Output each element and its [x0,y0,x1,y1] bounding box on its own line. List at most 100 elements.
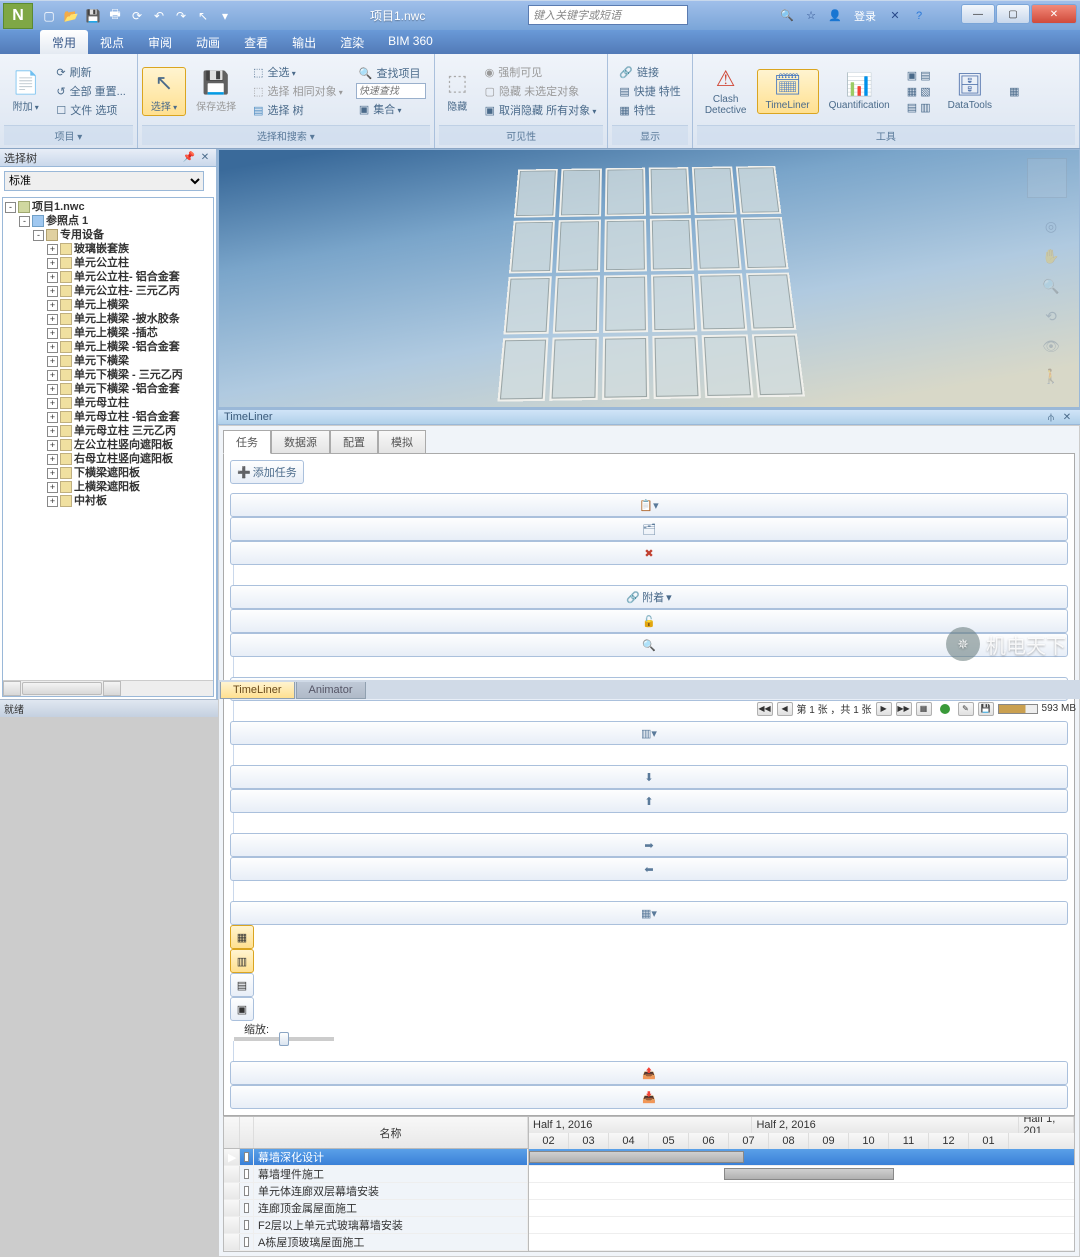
insert-task-button[interactable]: 📋▾ [230,493,1068,517]
tl-tab-数据源[interactable]: 数据源 [271,430,330,454]
month-header[interactable]: 01 [969,1133,1009,1149]
datatools-button[interactable]: 🗄DataTools [940,70,1000,113]
star-icon[interactable]: ☆ [800,5,822,27]
tree-row[interactable]: -项目1.nwc [5,200,211,214]
exchange-icon[interactable]: ✕ [884,5,906,27]
panel-header[interactable]: TimeLiner ⫛ ✕ [218,410,1080,425]
tl-tab-任务[interactable]: 任务 [223,430,271,454]
tool-c-button[interactable]: ▤ ▥ [904,100,934,115]
properties-button[interactable]: ▦特性 [616,101,658,119]
search-icon[interactable]: 🔍 [776,5,798,27]
outdent-button[interactable]: ⬅ [230,857,1068,881]
month-header[interactable]: 04 [609,1133,649,1149]
expand-icon[interactable]: + [47,300,58,311]
tree-row[interactable]: +单元上横梁 [5,298,211,312]
tree-row[interactable]: +单元母立柱 [5,396,211,410]
quick-find-input[interactable] [356,83,426,99]
tree-row[interactable]: +单元母立柱 三元乙丙 [5,424,211,438]
tl-tab-配置[interactable]: 配置 [330,430,378,454]
half-header[interactable]: Half 2, 2016 [752,1117,1019,1133]
file-options-button[interactable]: ☐文件 选项 [53,101,120,119]
expand-icon[interactable]: + [47,244,58,255]
next-sheet-button[interactable]: ▶▶ [896,702,912,716]
tree-row[interactable]: +单元公立柱 [5,256,211,270]
task-row[interactable]: 连廊顶金属屋面施工 [224,1200,528,1217]
tree-row[interactable]: +单元公立柱- 铝合金套 [5,270,211,284]
quantification-button[interactable]: 📊Quantification [821,70,898,113]
tree-row[interactable]: +单元下横梁 [5,354,211,368]
task-row[interactable]: 幕墙埋件施工 [224,1166,528,1183]
find-items-button[interactable]: 🔍查找项目 [356,64,424,82]
maximize-button[interactable]: ▢ [996,4,1030,24]
tree-row[interactable]: +右母立柱竖向遮阳板 [5,452,211,466]
bottom-tab-Animator[interactable]: Animator [296,682,366,699]
group-label[interactable]: 选择和搜索 ▾ [142,125,430,145]
tree-row[interactable]: +单元公立柱- 三元乙丙 [5,284,211,298]
month-header[interactable]: 05 [649,1133,689,1149]
unhide-all-button[interactable]: ▣取消隐藏 所有对象 [482,101,600,119]
schedule-button[interactable]: ▦▾ [230,901,1068,925]
expand-icon[interactable]: + [47,384,58,395]
next-button[interactable]: ▶ [876,702,892,716]
open-icon[interactable]: 📂 [62,7,80,25]
zoom-slider[interactable] [234,1037,334,1041]
expand-icon[interactable]: + [47,482,58,493]
columns-button[interactable]: ▥▾ [230,721,1068,745]
find-attached-button[interactable]: 🔍 [230,633,1068,657]
selection-tree[interactable]: -项目1.nwc-参照点 1-专用设备+玻璃嵌套族+单元公立柱+单元公立柱- 铝… [3,198,213,510]
panel-close-icon[interactable]: ✕ [1060,410,1074,424]
close-button[interactable]: ✕ [1031,4,1077,24]
pan-icon[interactable]: ✋ [1039,244,1063,268]
navigation-bar[interactable]: ◎ ✋ 🔍 ⟲ 👁 🚶 [1037,208,1067,408]
tree-row[interactable]: +单元下横梁 -铝合金套 [5,382,211,396]
disk-icon[interactable]: 💾 [978,702,994,716]
pin-icon[interactable]: ⫛ [1044,410,1058,424]
undo-icon[interactable]: ↶ [150,7,168,25]
expand-icon[interactable]: - [5,202,16,213]
tree-row[interactable]: -参照点 1 [5,214,211,228]
month-header[interactable]: 11 [889,1133,929,1149]
timeliner-button[interactable]: 🗓TimeLiner [757,69,819,114]
links-button[interactable]: 🔗链接 [616,63,662,81]
add-task-button[interactable]: ➕添加任务 [230,460,304,484]
prev-button[interactable]: ◀ [777,702,793,716]
look-icon[interactable]: 👁 [1039,334,1063,358]
month-header[interactable]: 09 [809,1133,849,1149]
menu-tab-BIM 360[interactable]: BIM 360 [376,30,445,54]
month-header[interactable]: 10 [849,1133,889,1149]
menu-tab-视点[interactable]: 视点 [88,30,136,54]
task-row[interactable]: A栋屋顶玻璃屋面施工 [224,1234,528,1251]
expand-icon[interactable]: + [47,286,58,297]
clear-attach-button[interactable]: 🔓 [230,609,1068,633]
expand-icon[interactable]: + [47,454,58,465]
tree-row[interactable]: +单元上横梁 -铝合金套 [5,340,211,354]
tree-row[interactable]: +玻璃嵌套族 [5,242,211,256]
gantt-view-2-toggle[interactable]: ▥ [230,949,254,973]
tree-row[interactable]: +左公立柱竖向遮阳板 [5,438,211,452]
pin-icon[interactable]: 📌 [182,151,196,165]
3d-viewport[interactable]: ◎ ✋ 🔍 ⟲ 👁 🚶 [218,149,1080,408]
indent-button[interactable]: ➡ [230,833,1068,857]
bottom-tab-TimeLiner[interactable]: TimeLiner [220,682,295,699]
expand-icon[interactable]: + [47,370,58,381]
menu-tab-输出[interactable]: 输出 [280,30,328,54]
expand-icon[interactable]: + [47,440,58,451]
attach-button[interactable]: 🔗附着▾ [230,585,1068,609]
gantt-view-1-toggle[interactable]: ▦ [230,925,254,949]
gantt-chart[interactable]: Half 1, 2016Half 2, 2016Half 1, 201 0203… [529,1117,1074,1251]
tl-tab-模拟[interactable]: 模拟 [378,430,426,454]
save-selection-button[interactable]: 💾 保存选择 [188,68,244,115]
month-header[interactable]: 03 [569,1133,609,1149]
move-up-button[interactable]: ⬆ [230,789,1068,813]
tree-mode-combo[interactable]: 标准 [4,171,212,191]
expand-icon[interactable]: + [47,272,58,283]
month-header[interactable]: 06 [689,1133,729,1149]
view-cube[interactable] [1027,158,1067,198]
clash-detective-button[interactable]: ⚠ClashDetective [697,64,755,118]
select-tree-button[interactable]: ▤选择 树 [250,101,306,119]
tree-row[interactable]: +中衬板 [5,494,211,508]
tree-row[interactable]: +单元母立柱 -铝合金套 [5,410,211,424]
month-header[interactable]: 08 [769,1133,809,1149]
menu-tab-查看[interactable]: 查看 [232,30,280,54]
qat-dd-icon[interactable]: ▾ [216,7,234,25]
